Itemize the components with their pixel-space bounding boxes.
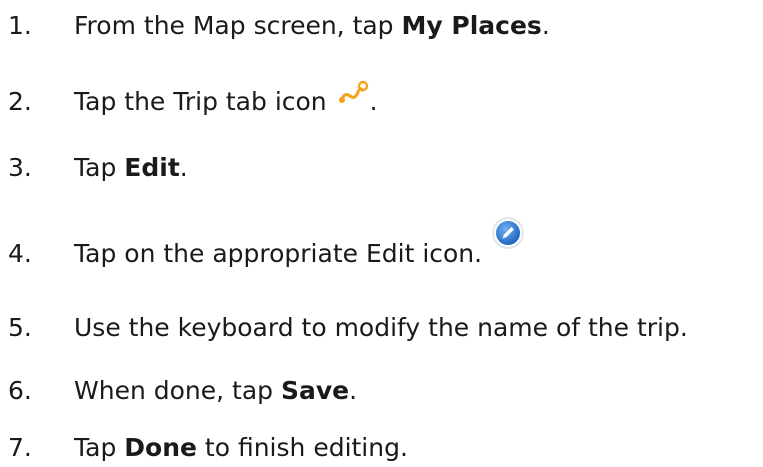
step-number: 3.: [8, 152, 32, 182]
step-text: When done, tap Save .: [74, 376, 357, 405]
step-text: Tap the Trip tab icon .: [74, 80, 378, 116]
step-text-plain: Tap: [74, 432, 125, 462]
step-number: 5.: [8, 312, 32, 342]
step-text-plain: When done, tap: [74, 375, 281, 405]
step-text-end: to finish editing.: [196, 432, 408, 462]
step-text-plain: From the Map screen, tap: [74, 10, 402, 40]
step-number: 6.: [8, 375, 32, 405]
step-number: 1.: [8, 10, 32, 40]
step-text: Tap Done to finish editing.: [74, 433, 408, 462]
step-text: From the Map screen, tap My Places .: [74, 11, 550, 40]
step-text: Tap on the appropriate Edit icon.: [74, 217, 525, 270]
step-text-end: .: [179, 152, 188, 182]
step-number: 4.: [8, 238, 32, 268]
step-text-end: .: [541, 10, 550, 40]
trip-route-icon: [338, 80, 370, 108]
instruction-steps-list: 1. From the Map screen, tap My Places . …: [0, 0, 763, 463]
step-text-bold: My Places: [401, 10, 542, 40]
step-text-plain: Tap on the appropriate Edit icon.: [74, 238, 483, 268]
step-text-bold: Save: [280, 375, 350, 405]
pencil-edit-icon: [491, 216, 525, 250]
step-text-plain: Tap: [74, 152, 125, 182]
step-number: 7.: [8, 432, 32, 462]
step-text: Use the keyboard to modify the name of t…: [74, 313, 688, 342]
step-text-plain: Use the keyboard to modify the name of t…: [74, 312, 688, 342]
step-number: 2.: [8, 86, 32, 116]
step-text-bold: Edit: [124, 152, 180, 182]
step-text-end: .: [369, 86, 378, 116]
step-text: Tap Edit .: [74, 153, 188, 182]
step-text-bold: Done: [124, 432, 197, 462]
step-text-plain: Tap the Trip tab icon: [74, 86, 335, 116]
step-text-end: .: [349, 375, 358, 405]
